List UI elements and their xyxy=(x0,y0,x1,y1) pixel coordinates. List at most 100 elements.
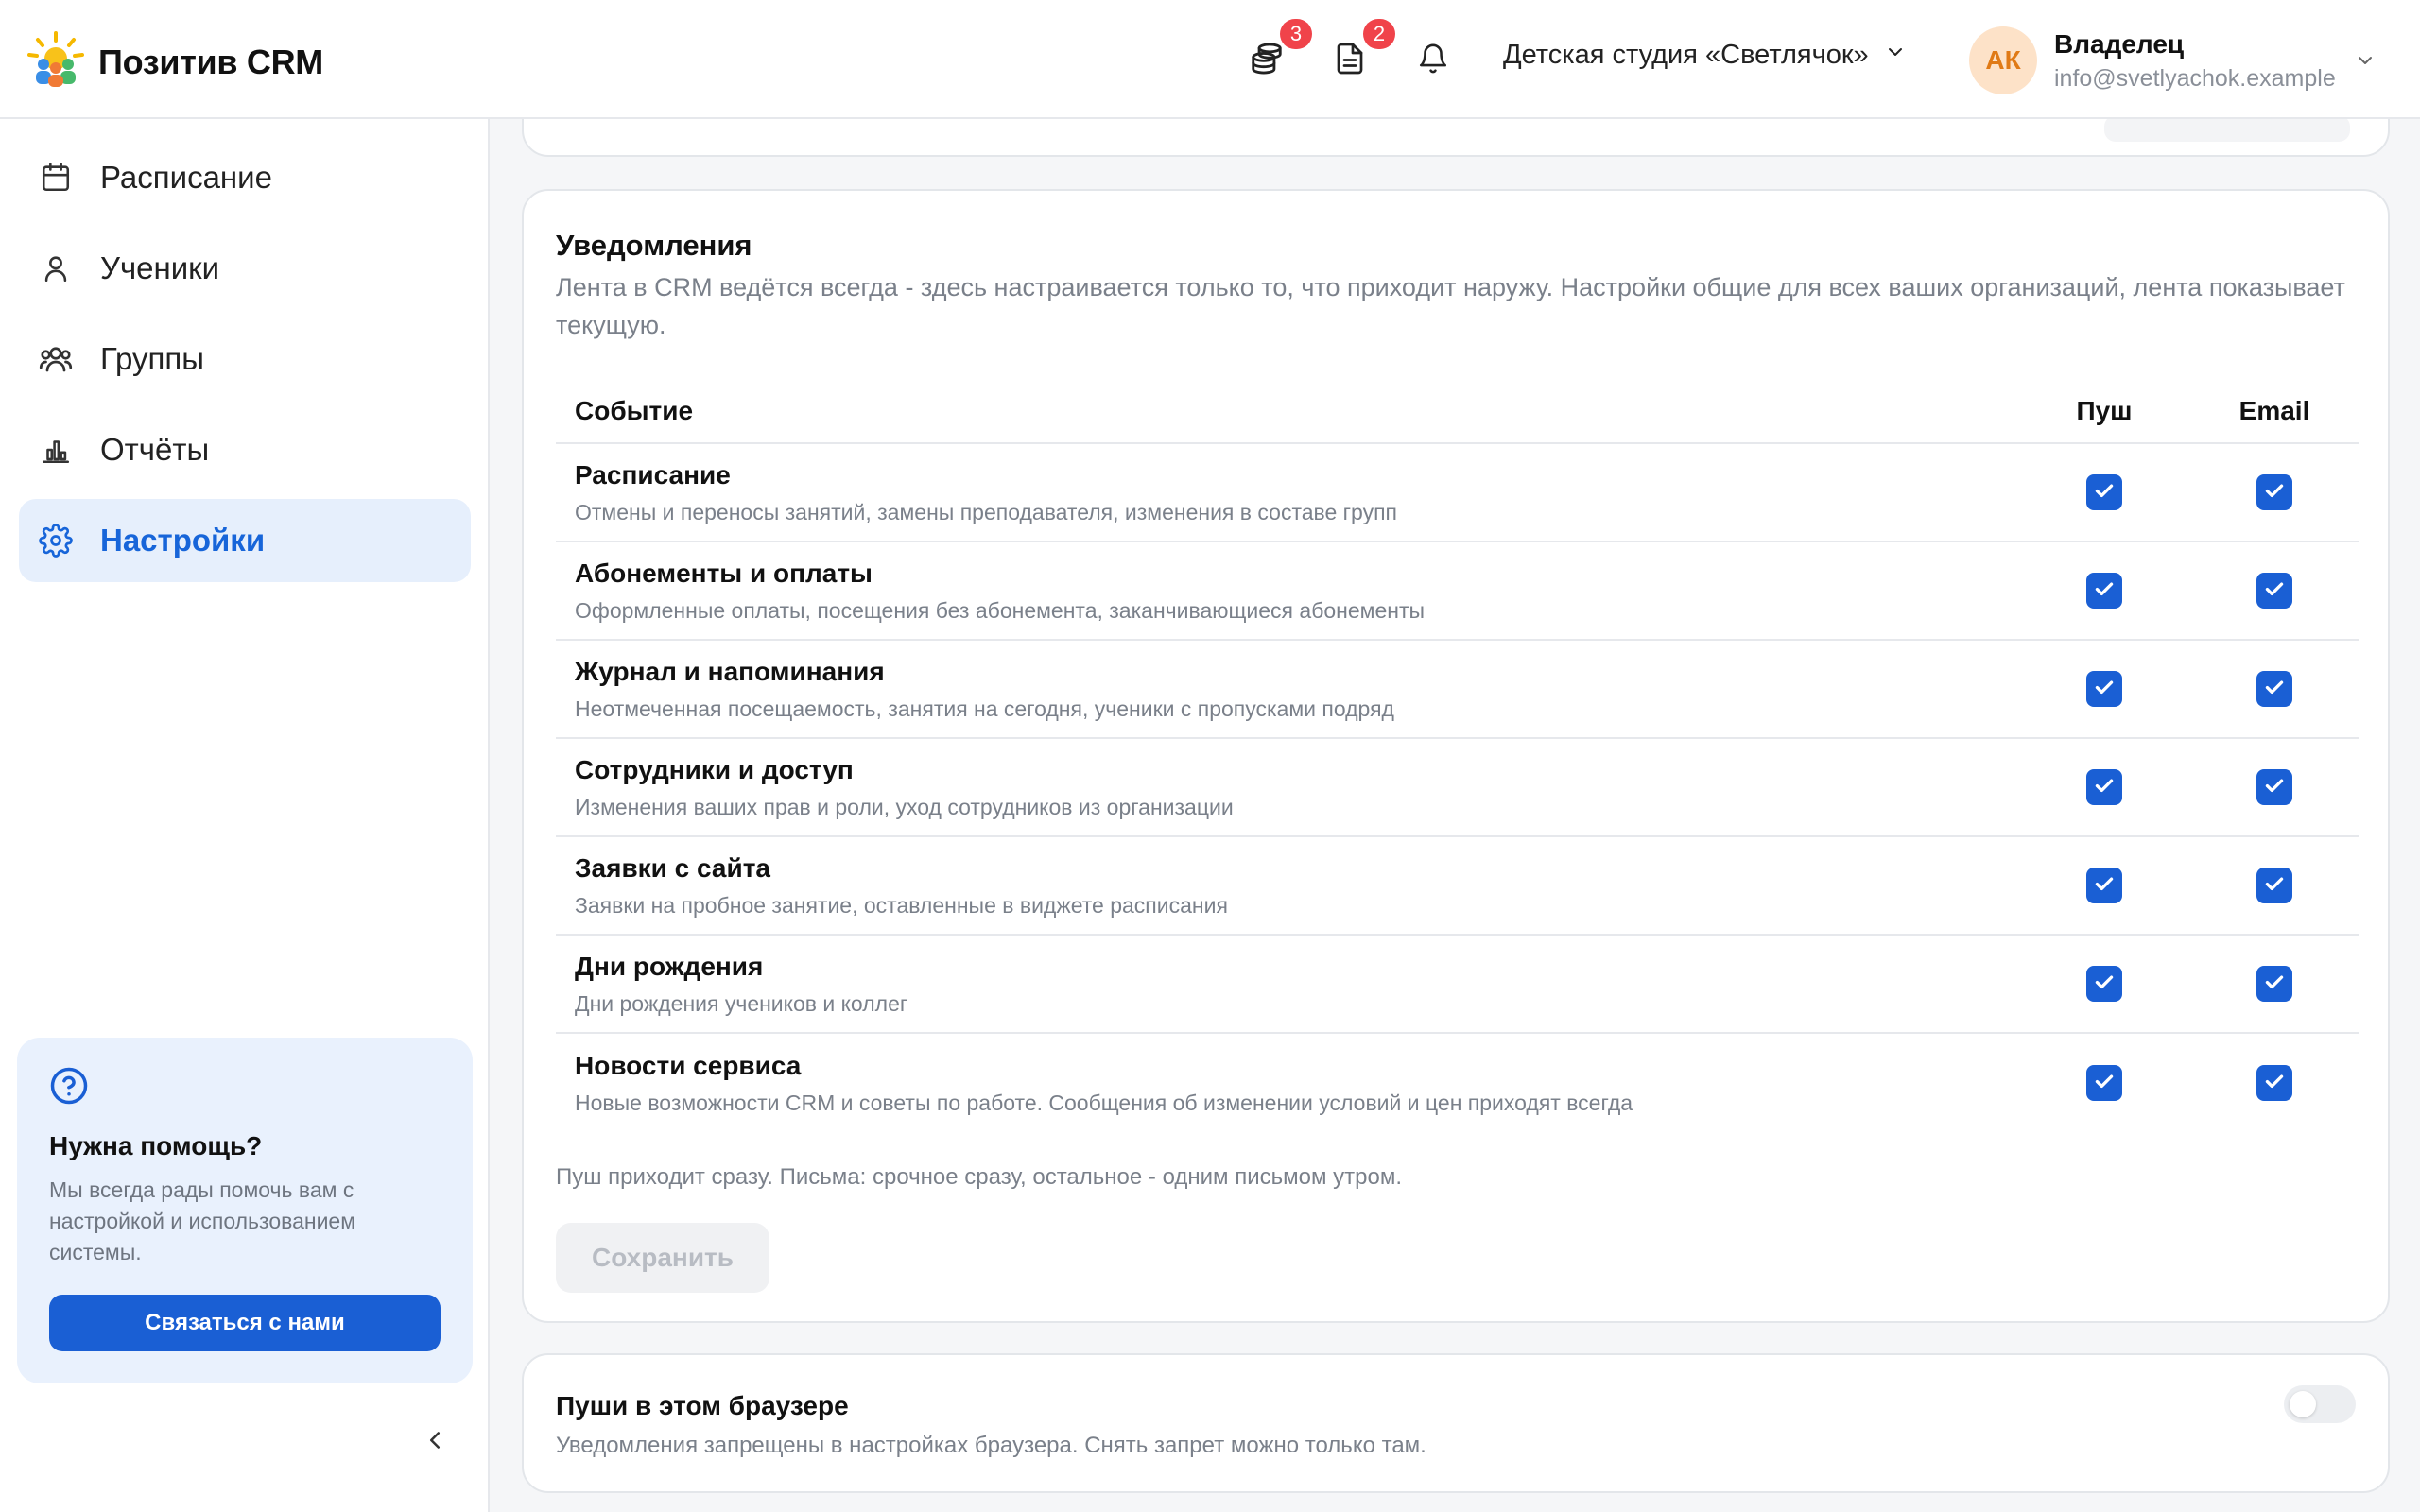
table-row: Дни рождения Дни рождения учеников и колл… xyxy=(556,936,2360,1034)
check-icon xyxy=(2092,871,2117,901)
save-button[interactable]: Сохранить xyxy=(556,1223,769,1293)
user-icon xyxy=(38,250,74,286)
email-checkbox[interactable] xyxy=(2256,966,2292,1002)
app-logo[interactable]: Позитив CRM xyxy=(26,30,323,94)
payments-icon xyxy=(1249,41,1285,81)
event-title: Журнал и напоминания xyxy=(575,656,885,686)
push-cell xyxy=(2019,573,2189,609)
sidebar-item-label: Настройки xyxy=(100,523,266,558)
push-checkbox[interactable] xyxy=(2086,671,2122,707)
push-checkbox[interactable] xyxy=(2086,769,2122,805)
email-checkbox[interactable] xyxy=(2256,671,2292,707)
user-menu[interactable]: АК Владелец info@svetlyachok.example xyxy=(1969,26,2336,94)
user-email: info@svetlyachok.example xyxy=(2054,64,2336,92)
check-icon xyxy=(2262,773,2287,802)
check-icon xyxy=(2092,675,2117,704)
organization-name: Детская студия «Светлячок» xyxy=(1503,40,1869,70)
email-cell xyxy=(2189,966,2360,1002)
check-icon xyxy=(2092,773,2117,802)
email-cell xyxy=(2189,474,2360,510)
chevron-down-icon[interactable] xyxy=(2354,49,2377,77)
email-checkbox[interactable] xyxy=(2256,769,2292,805)
column-push: Пуш xyxy=(2076,396,2133,425)
sidebar-item-settings[interactable]: Настройки xyxy=(19,499,471,582)
email-checkbox[interactable] xyxy=(2256,1065,2292,1101)
chart-icon xyxy=(38,432,74,468)
sidebar: Расписание Ученики Группы Отчёты Настрой… xyxy=(0,119,490,1512)
push-checkbox[interactable] xyxy=(2086,868,2122,903)
notifications-card: Уведомления Лента в CRM ведётся всегда -… xyxy=(522,189,2390,1323)
sidebar-item-label: Расписание xyxy=(100,160,272,195)
documents-button[interactable]: 2 xyxy=(1327,19,1395,83)
help-text: Мы всегда рады помочь вам с настройкой и… xyxy=(49,1177,356,1264)
email-cell xyxy=(2189,769,2360,805)
browser-push-card: Пуши в этом браузере Уведомления запреще… xyxy=(522,1353,2390,1493)
user-role: Владелец xyxy=(2054,28,2185,59)
sidebar-item-label: Ученики xyxy=(100,250,220,285)
push-cell xyxy=(2019,671,2189,707)
column-email: Email xyxy=(2238,396,2310,425)
chevron-down-icon xyxy=(1884,40,1907,71)
organization-selector[interactable]: Детская студия «Светлячок» xyxy=(1503,40,1907,71)
app-name: Позитив CRM xyxy=(98,42,323,81)
event-cell: Новости сервиса Новые возможности CRM и с… xyxy=(556,1051,2019,1116)
event-title: Абонементы и оплаты xyxy=(575,558,873,588)
column-event: Событие xyxy=(575,396,694,425)
section-description: Лента в CRM ведётся всегда - здесь настр… xyxy=(556,273,2345,339)
event-description: Изменения ваших прав и роли, уход сотруд… xyxy=(575,794,1234,819)
logo-icon xyxy=(26,30,85,94)
help-title: Нужна помощь? xyxy=(49,1131,263,1160)
previous-section-control xyxy=(2104,115,2350,142)
delivery-note: Пуш приходит сразу. Письма: срочное сраз… xyxy=(556,1164,1402,1190)
collapse-sidebar-button[interactable] xyxy=(416,1423,454,1461)
check-icon xyxy=(2262,675,2287,704)
check-icon xyxy=(2262,871,2287,901)
email-checkbox[interactable] xyxy=(2256,868,2292,903)
event-title: Сотрудники и доступ xyxy=(575,754,854,784)
push-cell xyxy=(2019,474,2189,510)
toggle-knob xyxy=(2290,1391,2316,1418)
check-icon xyxy=(2262,1069,2287,1098)
push-checkbox[interactable] xyxy=(2086,1065,2122,1101)
sidebar-nav: Расписание Ученики Группы Отчёты Настрой… xyxy=(19,136,471,590)
email-cell xyxy=(2189,573,2360,609)
table-row: Новости сервиса Новые возможности CRM и с… xyxy=(556,1034,2360,1132)
table-header: Событие Пуш Email xyxy=(556,380,2360,444)
table-row: Сотрудники и доступ Изменения ваших прав … xyxy=(556,739,2360,837)
payments-button[interactable]: 3 xyxy=(1244,19,1312,83)
email-checkbox[interactable] xyxy=(2256,573,2292,609)
event-title: Заявки с сайта xyxy=(575,852,771,883)
event-cell: Дни рождения Дни рождения учеников и колл… xyxy=(556,952,2019,1017)
email-cell xyxy=(2189,1065,2360,1101)
sidebar-item-label: Группы xyxy=(100,341,204,376)
table-row: Абонементы и оплаты Оформленные оплаты, п… xyxy=(556,542,2360,641)
check-icon xyxy=(2262,478,2287,507)
push-checkbox[interactable] xyxy=(2086,573,2122,609)
event-description: Новые возможности CRM и советы по работе… xyxy=(575,1090,1634,1115)
browser-push-toggle[interactable] xyxy=(2284,1385,2356,1423)
sidebar-item-schedule[interactable]: Расписание xyxy=(19,136,471,219)
check-icon xyxy=(2262,970,2287,999)
event-description: Неотмеченная посещаемость, занятия на се… xyxy=(575,696,1394,721)
notifications-table: Событие Пуш Email Расписание Отмены и пер… xyxy=(556,380,2360,1132)
sidebar-item-reports[interactable]: Отчёты xyxy=(19,408,471,491)
push-checkbox[interactable] xyxy=(2086,474,2122,510)
users-icon xyxy=(38,341,74,377)
calendar-icon xyxy=(38,160,74,196)
check-icon xyxy=(2092,970,2117,999)
push-cell xyxy=(2019,1065,2189,1101)
top-header: Позитив CRM 3 2 Детская студия «Светлячо… xyxy=(0,0,2420,119)
notifications-button[interactable] xyxy=(1410,38,1456,83)
email-cell xyxy=(2189,868,2360,903)
push-cell xyxy=(2019,868,2189,903)
push-checkbox[interactable] xyxy=(2086,966,2122,1002)
sidebar-item-groups[interactable]: Группы xyxy=(19,318,471,401)
event-title: Дни рождения xyxy=(575,951,764,981)
email-checkbox[interactable] xyxy=(2256,474,2292,510)
event-description: Заявки на пробное занятие, оставленные в… xyxy=(575,892,1228,918)
bell-icon xyxy=(1417,43,1449,79)
help-card: Нужна помощь? Мы всегда рады помочь вам … xyxy=(17,1038,473,1383)
contact-us-button[interactable]: Связаться с нами xyxy=(49,1295,441,1351)
browser-push-description: Уведомления запрещены в настройках брауз… xyxy=(556,1433,1426,1458)
sidebar-item-students[interactable]: Ученики xyxy=(19,227,471,310)
